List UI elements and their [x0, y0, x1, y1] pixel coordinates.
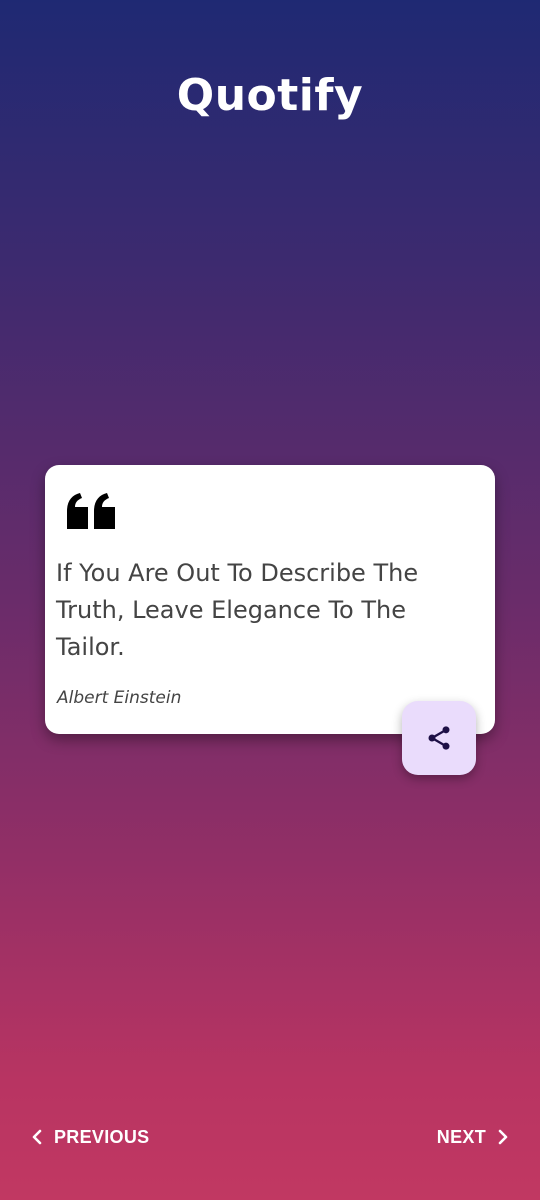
previous-button[interactable]: PREVIOUS — [30, 1124, 149, 1150]
next-button[interactable]: NEXT — [437, 1124, 510, 1150]
chevron-left-icon — [30, 1128, 44, 1146]
quote-card: If You Are Out To Describe The Truth, Le… — [45, 465, 495, 734]
quote-text: If You Are Out To Describe The Truth, Le… — [56, 559, 419, 661]
share-button[interactable] — [402, 701, 476, 775]
previous-label: PREVIOUS — [54, 1126, 150, 1147]
chevron-right-icon — [496, 1128, 510, 1146]
quote-author: Albert Einstein — [57, 688, 182, 708]
quote-open-icon — [67, 493, 115, 529]
app-title: Quotify — [176, 70, 364, 121]
share-icon — [428, 726, 450, 750]
next-label: NEXT — [436, 1126, 486, 1147]
